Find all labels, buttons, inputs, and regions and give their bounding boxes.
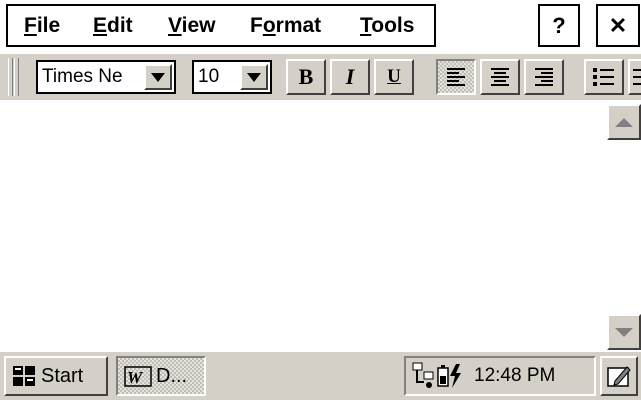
start-button[interactable]: Start xyxy=(4,356,108,396)
menu-file-accel: F xyxy=(24,14,37,37)
menu-tools[interactable]: Tools xyxy=(360,14,414,38)
help-button[interactable]: ? xyxy=(538,4,580,47)
menu-file[interactable]: File xyxy=(24,14,60,38)
windows-flag-icon xyxy=(13,366,35,386)
italic-button[interactable]: I xyxy=(330,59,370,95)
italic-icon: I xyxy=(345,64,355,89)
menu-view[interactable]: View xyxy=(168,14,216,38)
toolbar-grip-handle[interactable] xyxy=(8,58,22,96)
start-label: Start xyxy=(41,364,84,387)
menu-format[interactable]: Format xyxy=(250,14,321,38)
font-name-dropdown-button[interactable] xyxy=(144,64,172,90)
menu-bar: File Edit View Format Tools ? ✕ xyxy=(0,0,641,54)
clock[interactable]: 12:48 PM xyxy=(474,365,555,387)
close-button[interactable]: ✕ xyxy=(596,4,640,47)
svg-text:W: W xyxy=(127,368,144,387)
font-size-dropdown-button[interactable] xyxy=(240,64,268,90)
font-size-combo[interactable]: 10 xyxy=(192,60,272,94)
menu-format-rest: rmat xyxy=(275,14,322,37)
taskbar-item-label: D... xyxy=(156,364,188,387)
font-name-value: Times Ne xyxy=(42,66,123,87)
align-center-button[interactable] xyxy=(480,59,520,95)
underline-button[interactable]: U xyxy=(374,59,414,95)
format-toolbar: Times Ne 10 B I U xyxy=(0,54,641,100)
document-editor[interactable] xyxy=(0,100,605,350)
menu-view-accel: V xyxy=(168,14,182,37)
menu-format-pre: F xyxy=(250,14,263,37)
bullets-button[interactable] xyxy=(584,59,624,95)
system-tray: 12:48 PM xyxy=(404,356,596,396)
font-size-value: 10 xyxy=(198,66,220,87)
menu-edit[interactable]: Edit xyxy=(93,14,133,38)
menu-tools-accel: T xyxy=(360,14,372,37)
show-desktop-button[interactable] xyxy=(600,356,638,396)
font-name-combo[interactable]: Times Ne xyxy=(36,60,176,94)
scroll-up-button[interactable] xyxy=(607,104,641,140)
battery-power-icon[interactable] xyxy=(436,362,464,390)
network-connection-icon[interactable] xyxy=(410,362,436,390)
scroll-down-button[interactable] xyxy=(607,314,641,350)
scroll-up-icon xyxy=(615,117,633,127)
align-right-icon xyxy=(535,68,553,86)
menu-tools-rest: ools xyxy=(371,14,415,37)
menu-format-accel: o xyxy=(262,14,276,37)
align-left-icon xyxy=(447,68,465,86)
menu-box: File Edit View Format Tools xyxy=(6,4,436,47)
numbering-button[interactable] xyxy=(628,59,641,95)
chevron-down-icon xyxy=(247,72,261,82)
align-left-button[interactable] xyxy=(436,59,476,95)
help-icon: ? xyxy=(552,12,566,38)
align-center-icon xyxy=(491,68,509,86)
close-icon: ✕ xyxy=(608,12,628,38)
bold-button[interactable]: B xyxy=(286,59,326,95)
underline-icon: U xyxy=(387,66,401,87)
vertical-scrollbar[interactable] xyxy=(605,100,641,350)
scroll-down-icon xyxy=(615,327,633,337)
chevron-down-icon xyxy=(151,72,165,82)
menu-view-rest: iew xyxy=(181,14,216,37)
bulleted-list-icon xyxy=(593,68,614,86)
taskbar-item-word[interactable]: W D... xyxy=(116,356,206,396)
desktop-pen-icon xyxy=(607,366,631,387)
menu-edit-rest: dit xyxy=(107,14,133,37)
word-app-icon: W xyxy=(124,366,152,387)
taskbar: Start W D... 12:48 PM xyxy=(0,350,641,400)
align-right-button[interactable] xyxy=(524,59,564,95)
menu-edit-accel: E xyxy=(93,14,108,37)
bold-icon: B xyxy=(298,64,314,89)
numbered-list-icon xyxy=(633,69,641,85)
menu-file-rest: ile xyxy=(36,14,61,37)
